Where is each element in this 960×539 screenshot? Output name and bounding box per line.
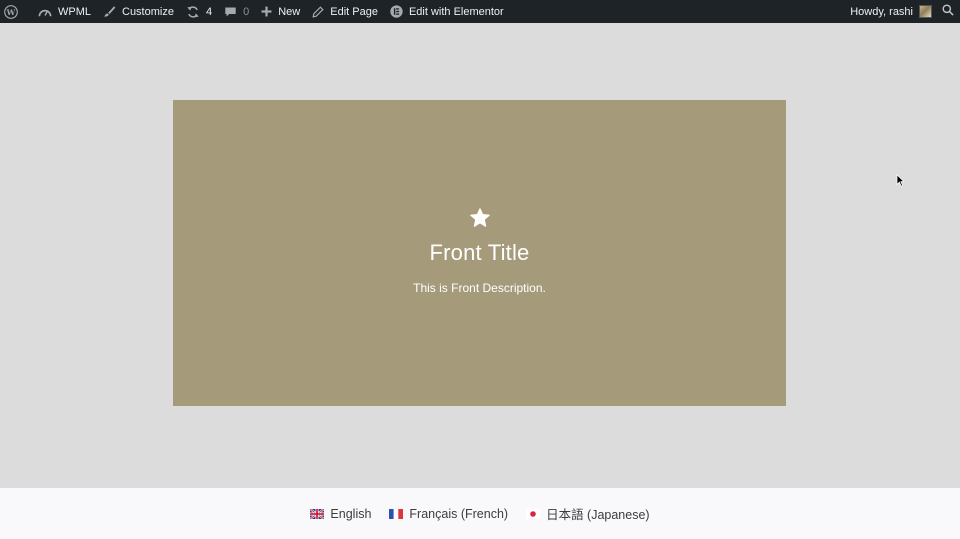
wordpress-icon: W: [4, 4, 18, 19]
howdy-greeting: Howdy, rashi: [850, 5, 913, 18]
language-japanese[interactable]: 日本語 (Japanese): [526, 504, 650, 523]
customize-label: Customize: [122, 5, 174, 18]
language-japanese-label: 日本語 (Japanese): [546, 508, 650, 522]
admin-search-button[interactable]: [934, 4, 960, 19]
edit-page-link[interactable]: Edit Page: [306, 0, 384, 23]
language-french[interactable]: Français (French): [389, 507, 508, 521]
site-name-menu[interactable]: WPML: [32, 0, 97, 23]
plus-icon: [261, 6, 272, 17]
language-english[interactable]: English: [310, 507, 371, 521]
avatar: [919, 5, 932, 18]
edit-page-label: Edit Page: [330, 5, 378, 18]
admin-bar: W WPML Customize 4 0 New Edit Page Edit …: [0, 0, 960, 23]
updates-link[interactable]: 4: [180, 0, 218, 23]
language-english-label: English: [330, 506, 372, 521]
customize-link[interactable]: Customize: [97, 0, 180, 23]
star-icon: [469, 207, 490, 227]
comment-bubble-icon: [224, 6, 237, 18]
flip-box-front[interactable]: Front Title This is Front Description.: [173, 100, 786, 406]
dashboard-gauge-icon: [38, 6, 52, 18]
updates-refresh-icon: [186, 5, 200, 19]
site-name-label: WPML: [58, 5, 91, 18]
language-french-label: Français (French): [409, 506, 509, 521]
paintbrush-icon: [103, 5, 116, 18]
search-icon: [942, 4, 954, 19]
mouse-cursor-icon: [896, 174, 905, 192]
comments-link[interactable]: 0: [218, 0, 255, 23]
japan-flag-icon: [526, 508, 541, 519]
front-description: This is Front Description.: [413, 281, 546, 295]
updates-count: 4: [205, 5, 213, 18]
new-content-menu[interactable]: New: [255, 0, 306, 23]
uk-flag-icon: [310, 508, 325, 519]
new-label: New: [278, 5, 301, 18]
language-switcher: English Français (French) 日本語 (Japanese): [0, 488, 960, 539]
france-flag-icon: [389, 508, 404, 519]
pencil-icon: [312, 5, 324, 18]
edit-with-elementor-link[interactable]: Edit with Elementor: [384, 0, 510, 23]
elementor-icon: [390, 5, 403, 18]
edit-with-elementor-label: Edit with Elementor: [408, 5, 504, 18]
svg-text:W: W: [6, 7, 16, 16]
comments-count: 0: [243, 5, 250, 18]
wordpress-logo-menu[interactable]: W: [0, 0, 32, 23]
front-title: Front Title: [429, 240, 530, 265]
my-account-menu[interactable]: Howdy, rashi: [844, 0, 934, 23]
